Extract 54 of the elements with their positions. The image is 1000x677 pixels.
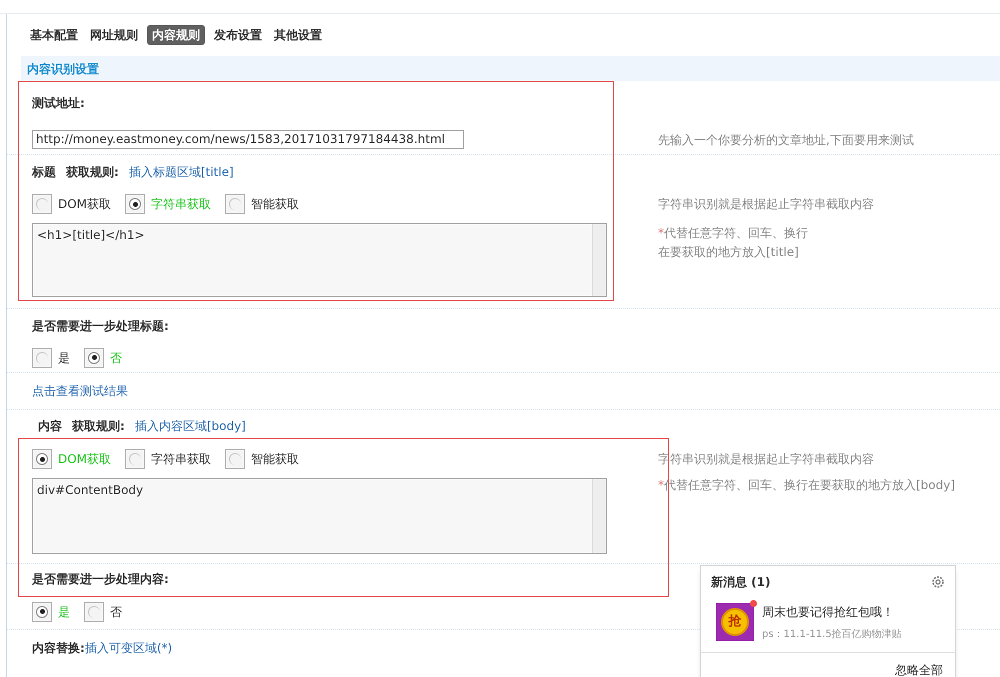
radio-button[interactable] <box>32 194 52 214</box>
textarea-text: div#ContentBody <box>36 482 144 499</box>
radio-button[interactable] <box>32 602 52 622</box>
section-header: 内容识别设置 <box>21 56 1000 81</box>
settings-icon[interactable] <box>931 575 945 589</box>
option-label: 字符串获取 <box>151 451 212 468</box>
radio-button[interactable] <box>225 194 246 214</box>
field-label: 是否需要进一步处理标题: <box>32 318 170 335</box>
radio-button[interactable] <box>225 449 246 469</box>
hint-text: 在要获取的地方放入[title] <box>658 244 800 261</box>
tab[interactable]: 基本配置 <box>27 25 81 45</box>
option-label: 智能获取 <box>251 451 300 468</box>
notification-detail: ps：11.1-11.5抢百亿购物津贴 <box>762 628 902 642</box>
option-label: 字符串获取 <box>151 196 212 213</box>
radio-button[interactable] <box>32 348 52 368</box>
insert-link[interactable]: 插入可变区域(*) <box>84 639 172 657</box>
hint-text: *代替任意字符、回车、换行 <box>658 225 809 242</box>
option-label: DOM获取 <box>58 196 112 213</box>
hint-text: 先输入一个你要分析的文章地址,下面要用来测试 <box>658 132 915 148</box>
field-label: 是否需要进一步处理内容: <box>32 571 170 588</box>
radio-button[interactable] <box>84 602 104 622</box>
option-label: 否 <box>110 604 122 620</box>
insert-link[interactable]: 插入标题区域[title] <box>128 163 234 181</box>
radio-button[interactable] <box>84 348 104 368</box>
option-label: 否 <box>110 350 122 366</box>
app-badge: 抢 <box>716 603 754 641</box>
tab[interactable]: 发布设置 <box>211 25 265 45</box>
radio-button[interactable] <box>125 449 146 469</box>
notification-message[interactable]: 周末也要记得抢红包哦！ <box>762 603 902 621</box>
notification-title: 新消息 (1) <box>711 574 770 591</box>
test-result-link[interactable]: 点击查看测试结果 <box>32 382 633 400</box>
tab[interactable]: 网址规则 <box>87 25 141 45</box>
field-name: 标题 <box>32 164 56 181</box>
url-input[interactable]: http://money.eastmoney.com/news/1583,20171031797184438.html <box>32 130 464 149</box>
field-label: 获取规则: <box>66 164 119 181</box>
textarea-text: <h1>[title]</h1> <box>36 227 146 244</box>
radio-button[interactable] <box>125 194 146 214</box>
radio-button[interactable] <box>32 449 52 469</box>
rule-textarea[interactable]: <h1>[title]</h1> <box>32 223 607 297</box>
field-name: 内容 <box>38 418 62 435</box>
dismiss-all-button[interactable]: 忽略全部 <box>895 661 943 677</box>
option-label: 是 <box>58 604 70 620</box>
option-label: DOM获取 <box>58 451 112 468</box>
tab[interactable]: 其他设置 <box>271 25 325 45</box>
field-label: 测试地址: <box>32 95 86 112</box>
rule-textarea[interactable]: div#ContentBody <box>32 478 607 554</box>
option-label: 智能获取 <box>251 196 300 213</box>
field-label: 内容替换: <box>32 640 85 657</box>
hint-text: 字符串识别就是根据起止字符串截取内容 <box>658 196 875 213</box>
scrollbar <box>592 224 606 296</box>
option-label: 是 <box>58 350 70 366</box>
insert-link[interactable]: 插入内容区域[body] <box>134 417 246 435</box>
field-label: 获取规则: <box>72 418 125 435</box>
tab[interactable]: 内容规则 <box>147 25 205 45</box>
